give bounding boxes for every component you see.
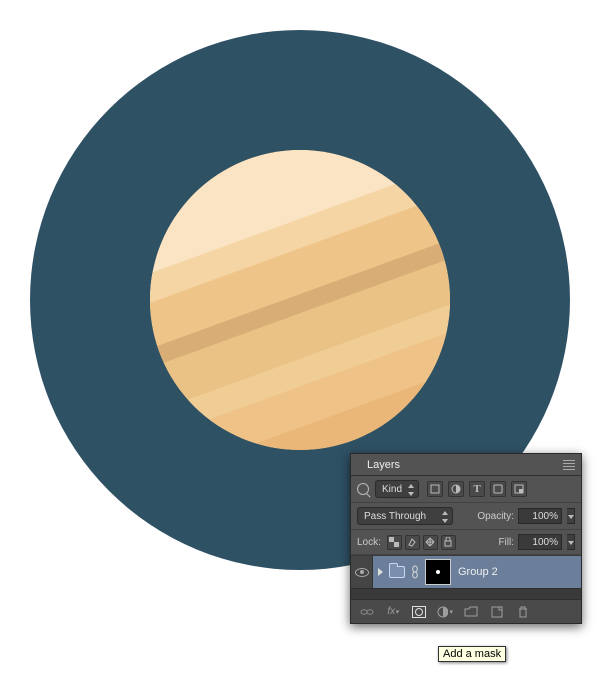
lock-pixels-icon[interactable] bbox=[405, 535, 420, 550]
lock-position-icon[interactable] bbox=[423, 535, 438, 550]
filter-kind-label: Kind bbox=[382, 484, 402, 495]
fill-label: Fill: bbox=[498, 537, 514, 548]
opacity-field[interactable]: 100% bbox=[518, 508, 562, 524]
panel-tab-layers[interactable]: Layers bbox=[359, 456, 408, 474]
lock-all-icon[interactable] bbox=[441, 535, 456, 550]
new-group-icon[interactable] bbox=[463, 604, 479, 620]
panel-header: Layers bbox=[351, 454, 581, 476]
add-mask-button[interactable] bbox=[411, 604, 427, 620]
blend-row: Pass Through Opacity: 100% bbox=[351, 503, 581, 530]
visibility-toggle[interactable] bbox=[351, 556, 373, 588]
tooltip-add-mask: Add a mask bbox=[438, 646, 506, 662]
layer-row-group2[interactable]: Group 2 bbox=[351, 555, 581, 589]
fx-icon[interactable]: fx▾ bbox=[385, 604, 401, 620]
filter-smartobject-icon[interactable] bbox=[511, 481, 527, 497]
filter-adjustment-icon[interactable] bbox=[448, 481, 464, 497]
filter-type-icon[interactable]: T bbox=[469, 481, 485, 497]
opacity-label: Opacity: bbox=[477, 511, 514, 522]
filter-row: Kind T bbox=[351, 476, 581, 503]
layer-name[interactable]: Group 2 bbox=[458, 566, 498, 578]
folder-icon bbox=[389, 566, 405, 578]
filter-shape-icon[interactable] bbox=[490, 481, 506, 497]
fill-field[interactable]: 100% bbox=[518, 534, 562, 550]
filter-pixel-icon[interactable] bbox=[427, 481, 443, 497]
layers-panel: Layers Kind T Pass Through Opacity: 100%… bbox=[350, 453, 582, 624]
lock-label: Lock: bbox=[357, 537, 381, 548]
lock-transparency-icon[interactable] bbox=[387, 535, 402, 550]
planet-shape bbox=[150, 150, 450, 450]
blend-mode-dropdown[interactable]: Pass Through bbox=[357, 507, 453, 525]
expand-triangle-icon[interactable] bbox=[378, 568, 383, 576]
search-icon bbox=[357, 483, 369, 495]
filter-kind-dropdown[interactable]: Kind bbox=[375, 480, 419, 498]
opacity-stepper[interactable] bbox=[567, 508, 575, 524]
eye-icon bbox=[355, 568, 369, 577]
lock-row: Lock: Fill: 100% bbox=[351, 530, 581, 555]
mask-link-icon[interactable] bbox=[409, 565, 421, 579]
delete-layer-icon[interactable] bbox=[515, 604, 531, 620]
layer-list: Group 2 bbox=[351, 555, 581, 599]
layer-mask-thumbnail[interactable] bbox=[425, 559, 451, 585]
fill-stepper[interactable] bbox=[567, 534, 575, 550]
blend-mode-value: Pass Through bbox=[364, 511, 426, 522]
new-adjustment-icon[interactable]: ▾ bbox=[437, 604, 453, 620]
layer-list-empty bbox=[351, 589, 581, 599]
link-layers-icon[interactable] bbox=[359, 604, 375, 620]
panel-menu-icon[interactable] bbox=[561, 458, 577, 472]
panel-footer: fx▾ ▾ bbox=[351, 599, 581, 623]
new-layer-icon[interactable] bbox=[489, 604, 505, 620]
